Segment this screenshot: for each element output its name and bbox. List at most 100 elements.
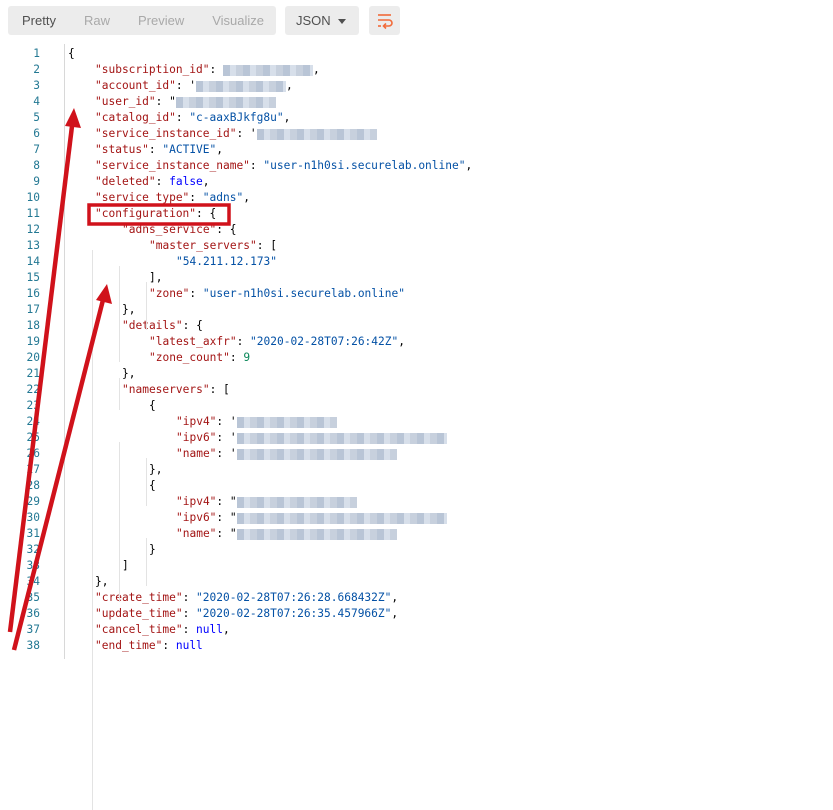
- json-punctuation: ,: [465, 159, 473, 172]
- json-punctuation: ,: [216, 143, 224, 156]
- line-number: 16: [26, 287, 40, 300]
- line-text: "update_time": "2020-02-28T07:26:35.4579…: [95, 606, 398, 622]
- json-punctuation: },: [122, 303, 136, 316]
- json-key: "ipv6": [176, 431, 217, 444]
- format-select[interactable]: JSON: [285, 6, 359, 35]
- json-punctuation: },: [95, 575, 109, 588]
- line-text: "zone": "user-n1h0si.securelab.online": [149, 286, 405, 302]
- code-line: 3 "account_id": ',: [0, 78, 833, 94]
- line-number: 24: [26, 415, 40, 428]
- line-text: "service_instance_name": "user-n1h0si.se…: [95, 158, 472, 174]
- indent-guide: [146, 458, 147, 506]
- json-punctuation: :: [155, 175, 170, 188]
- code-line: 15],: [0, 270, 833, 286]
- json-value: "2020-02-28T07:26:42Z": [250, 335, 399, 348]
- code-line: 18 "details": {: [0, 318, 833, 334]
- json-punctuation: :: [209, 63, 223, 76]
- json-key: "zone_count": [149, 351, 230, 364]
- json-value: "c-aaxBJkfg8u": [189, 111, 284, 124]
- json-punctuation: ,: [202, 175, 210, 188]
- code-line: 33]: [0, 558, 833, 574]
- json-value: null: [175, 639, 203, 652]
- json-punctuation: :: [236, 335, 251, 348]
- code-line: 10 "service_type": "adns",: [0, 190, 833, 206]
- line-text: },: [149, 462, 162, 478]
- code-line: 25 "ipv6": ': [0, 430, 833, 446]
- line-text: "cancel_time": null,: [95, 622, 230, 638]
- line-number: 27: [26, 463, 40, 476]
- line-text: "adns_service": {: [122, 222, 237, 238]
- json-punctuation: : ': [175, 79, 197, 92]
- code-line: 6 "service_instance_id": ': [0, 126, 833, 142]
- json-punctuation: {: [149, 399, 156, 412]
- json-value: "user-n1h0si.securelab.online": [202, 287, 405, 300]
- json-punctuation: ,: [243, 191, 250, 204]
- code-line: 4 "user_id": ": [0, 94, 833, 110]
- line-text: },: [95, 574, 108, 590]
- line-number: 5: [33, 111, 40, 124]
- json-key: "nameservers": [122, 383, 210, 396]
- code-line: 16 "zone": "user-n1h0si.securelab.online": [0, 286, 833, 302]
- line-number: 26: [26, 447, 40, 460]
- json-punctuation: :: [229, 351, 244, 364]
- line-number: 9: [33, 175, 40, 188]
- json-punctuation: {: [68, 47, 75, 60]
- wrap-lines-button[interactable]: [369, 6, 400, 35]
- json-punctuation: }: [149, 543, 156, 556]
- json-response-body[interactable]: 1{2 "subscription_id": , 3 "account_id": ',…: [0, 44, 833, 810]
- tab-pretty[interactable]: Pretty: [8, 6, 70, 35]
- line-text: "catalog_id": "c-aaxBJkfg8u",: [95, 110, 290, 126]
- tab-preview[interactable]: Preview: [124, 6, 198, 35]
- json-punctuation: :: [175, 111, 190, 124]
- json-key: "ipv4": [176, 495, 217, 508]
- json-value: 9: [243, 351, 251, 364]
- redacted-value: [236, 416, 337, 428]
- json-key: "name": [176, 447, 217, 460]
- code-line: 5 "catalog_id": "c-aaxBJkfg8u",: [0, 110, 833, 126]
- tab-visualize[interactable]: Visualize: [198, 6, 278, 35]
- code-line: 23 {: [0, 398, 833, 414]
- json-key: "service_instance_name": [95, 159, 250, 172]
- line-number: 30: [26, 511, 40, 524]
- json-key: "ipv4": [176, 415, 217, 428]
- code-line: 17},: [0, 302, 833, 318]
- json-punctuation: ,: [223, 623, 230, 636]
- json-punctuation: :: [162, 639, 176, 652]
- json-key: "create_time": [95, 591, 183, 604]
- line-text: "account_id": ',: [95, 78, 293, 94]
- json-punctuation: ,: [391, 607, 399, 620]
- view-mode-tabs: Pretty Raw Preview Visualize: [8, 6, 276, 35]
- line-number: 17: [26, 303, 40, 316]
- json-value: "adns": [202, 191, 244, 204]
- line-text: "configuration": {: [95, 206, 216, 222]
- line-number: 12: [26, 223, 40, 236]
- redacted-value: [236, 496, 357, 508]
- json-key: "subscription_id": [95, 63, 210, 76]
- code-line: 36 "update_time": "2020-02-28T07:26:35.45…: [0, 606, 833, 622]
- line-text: {: [68, 46, 75, 62]
- json-punctuation: : ": [216, 511, 237, 524]
- wrap-lines-icon: [378, 14, 393, 30]
- json-key: "catalog_id": [95, 111, 176, 124]
- json-key: "update_time": [95, 607, 183, 620]
- json-punctuation: : [: [256, 239, 277, 252]
- code-line: 13 "master_servers": [: [0, 238, 833, 254]
- response-toolbar: Pretty Raw Preview Visualize JSON: [0, 0, 833, 44]
- tab-raw[interactable]: Raw: [70, 6, 124, 35]
- line-text: ],: [149, 270, 162, 286]
- code-line: 11 "configuration": {: [0, 206, 833, 222]
- line-number: 21: [26, 367, 40, 380]
- json-punctuation: :: [182, 623, 197, 636]
- json-key: "ipv6": [176, 511, 217, 524]
- json-punctuation: : {: [196, 207, 217, 220]
- code-line: 14 "54.211.12.173": [0, 254, 833, 270]
- code-line: 29 "ipv4": ": [0, 494, 833, 510]
- json-punctuation: {: [149, 479, 156, 492]
- json-punctuation: },: [122, 367, 136, 380]
- json-value: "54.211.12.173": [176, 255, 278, 268]
- line-number: 2: [33, 63, 40, 76]
- line-text: "create_time": "2020-02-28T07:26:28.6684…: [95, 590, 398, 606]
- redacted-value: [223, 64, 313, 76]
- line-number: 37: [26, 623, 40, 636]
- code-line: 12 "adns_service": {: [0, 222, 833, 238]
